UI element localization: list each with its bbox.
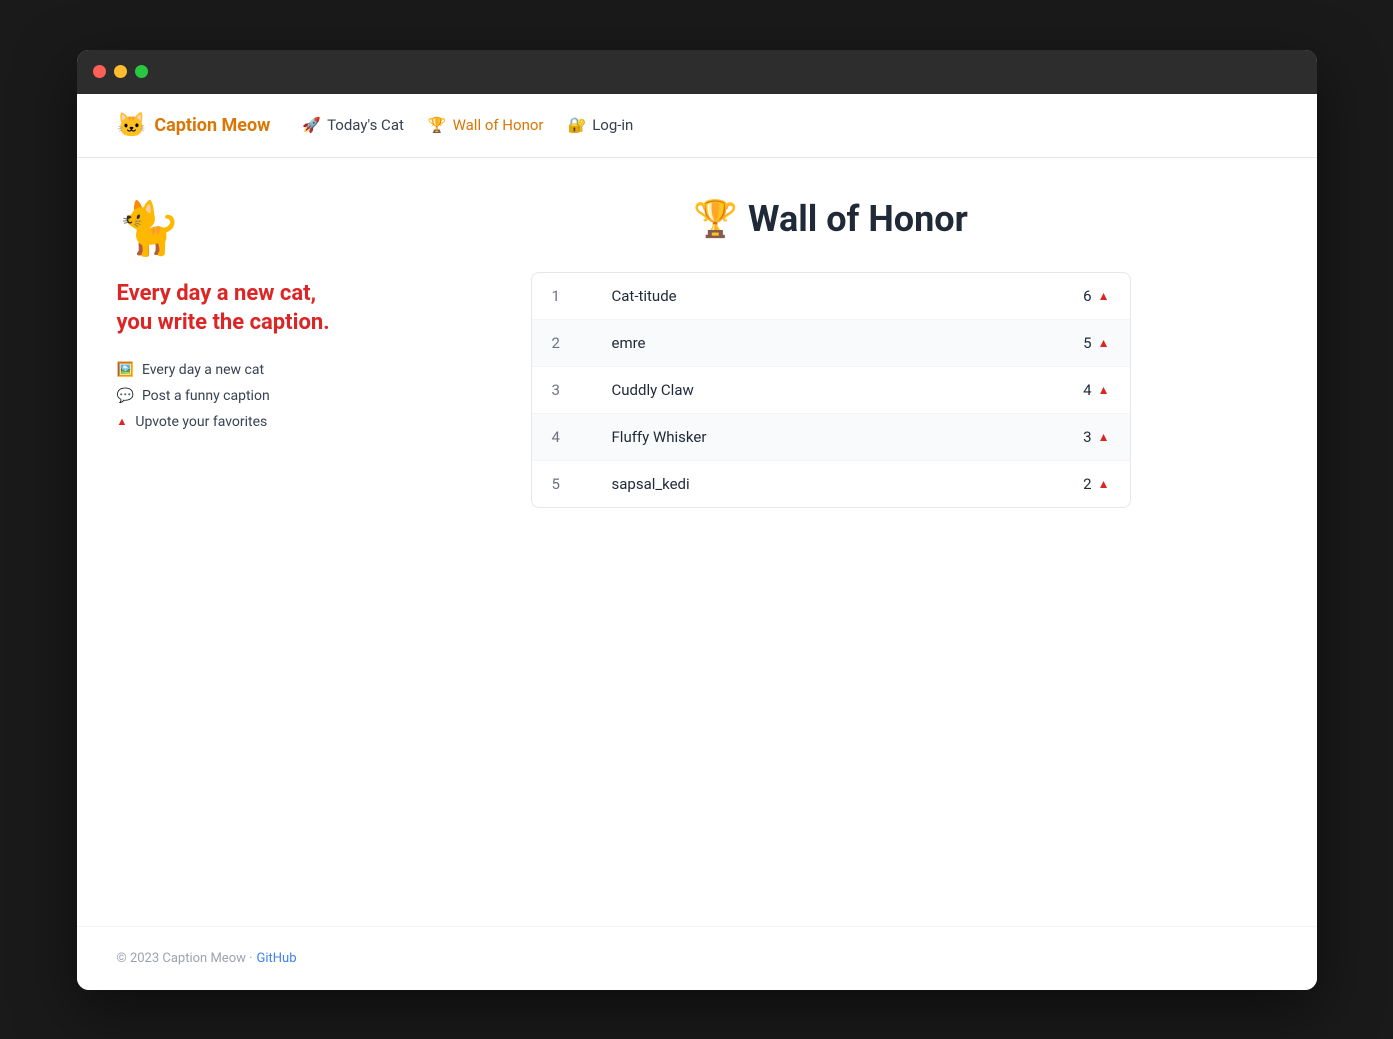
table-row: 5 sapsal_kedi 2 ▲: [532, 461, 1130, 507]
table-row: 2 emre 5 ▲: [532, 320, 1130, 367]
main-content: 🐈 Every day a new cat, you write the cap…: [77, 158, 1317, 926]
rank-3: 3: [552, 381, 612, 399]
feature-label-new-cat: Every day a new cat: [142, 362, 264, 378]
page-title: 🏆 Wall of Honor: [693, 198, 968, 240]
table-row: 1 Cat-titude 6 ▲: [532, 273, 1130, 320]
nav-label-login: Log-in: [592, 116, 633, 134]
github-link[interactable]: GitHub: [257, 951, 297, 966]
feature-item-caption: 💬 Post a funny caption: [117, 388, 337, 404]
lock-icon: 🔐: [568, 116, 587, 134]
nav-links: 🚀 Today's Cat 🏆 Wall of Honor 🔐 Log-in: [302, 116, 633, 134]
score-2: 5: [1083, 334, 1091, 352]
sidebar: 🐈 Every day a new cat, you write the cap…: [117, 198, 337, 886]
caption-name-4: Fluffy Whisker: [612, 428, 1030, 446]
feature-label-caption: Post a funny caption: [142, 388, 270, 404]
upvote-arrow-5: ▲: [1098, 477, 1110, 491]
upvote-arrow-4: ▲: [1098, 430, 1110, 444]
caption-name-5: sapsal_kedi: [612, 475, 1030, 493]
rank-4: 4: [552, 428, 612, 446]
score-3: 4: [1083, 381, 1091, 399]
upvote-arrow-2: ▲: [1098, 336, 1110, 350]
right-content: 🏆 Wall of Honor 1 Cat-titude 6 ▲ 2: [385, 198, 1277, 886]
score-cell-2: 5 ▲: [1030, 334, 1110, 352]
feature-list: 🖼️ Every day a new cat 💬 Post a funny ca…: [117, 362, 337, 430]
maximize-button[interactable]: [135, 65, 148, 78]
tagline: Every day a new cat, you write the capti…: [117, 279, 337, 338]
nav-link-login[interactable]: 🔐 Log-in: [568, 116, 634, 134]
score-5: 2: [1083, 475, 1091, 493]
brand-emoji: 🐱: [117, 111, 147, 139]
brand-label: Caption Meow: [154, 115, 270, 136]
brand-link[interactable]: 🐱 Caption Meow: [117, 111, 271, 139]
feature-item-upvote: ▲ Upvote your favorites: [117, 414, 337, 430]
page-title-text: Wall of Honor: [748, 198, 968, 240]
upvote-icon-sidebar: ▲: [117, 415, 128, 428]
nav-label-todays-cat: Today's Cat: [327, 116, 404, 134]
navbar: 🐱 Caption Meow 🚀 Today's Cat 🏆 Wall of H…: [77, 94, 1317, 158]
table-row: 4 Fluffy Whisker 3 ▲: [532, 414, 1130, 461]
score-cell-1: 6 ▲: [1030, 287, 1110, 305]
close-button[interactable]: [93, 65, 106, 78]
title-bar: [77, 50, 1317, 94]
caption-name-1: Cat-titude: [612, 287, 1030, 305]
leaderboard: 1 Cat-titude 6 ▲ 2 emre 5 ▲: [531, 272, 1131, 508]
picture-icon: 🖼️: [117, 362, 134, 378]
trophy-icon-nav: 🏆: [428, 116, 447, 134]
upvote-arrow-3: ▲: [1098, 383, 1110, 397]
nav-link-todays-cat[interactable]: 🚀 Today's Cat: [302, 116, 404, 134]
score-cell-3: 4 ▲: [1030, 381, 1110, 399]
cat-icon: 🐈: [117, 198, 337, 259]
footer-copyright: © 2023 Caption Meow ·: [117, 951, 253, 966]
score-cell-5: 2 ▲: [1030, 475, 1110, 493]
minimize-button[interactable]: [114, 65, 127, 78]
rank-2: 2: [552, 334, 612, 352]
caption-name-3: Cuddly Claw: [612, 381, 1030, 399]
score-cell-4: 3 ▲: [1030, 428, 1110, 446]
nav-label-wall-of-honor: Wall of Honor: [453, 116, 544, 134]
table-row: 3 Cuddly Claw 4 ▲: [532, 367, 1130, 414]
browser-content: 🐱 Caption Meow 🚀 Today's Cat 🏆 Wall of H…: [77, 94, 1317, 990]
rocket-icon: 🚀: [302, 116, 321, 134]
browser-window: 🐱 Caption Meow 🚀 Today's Cat 🏆 Wall of H…: [77, 50, 1317, 990]
caption-name-2: emre: [612, 334, 1030, 352]
nav-link-wall-of-honor[interactable]: 🏆 Wall of Honor: [428, 116, 544, 134]
footer: © 2023 Caption Meow · GitHub: [77, 926, 1317, 990]
rank-1: 1: [552, 287, 612, 305]
score-4: 3: [1083, 428, 1091, 446]
feature-item-new-cat: 🖼️ Every day a new cat: [117, 362, 337, 378]
score-1: 6: [1083, 287, 1091, 305]
rank-5: 5: [552, 475, 612, 493]
chat-icon: 💬: [117, 388, 134, 404]
feature-label-upvote: Upvote your favorites: [135, 414, 267, 430]
upvote-arrow-1: ▲: [1098, 289, 1110, 303]
trophy-icon-main: 🏆: [693, 198, 738, 240]
